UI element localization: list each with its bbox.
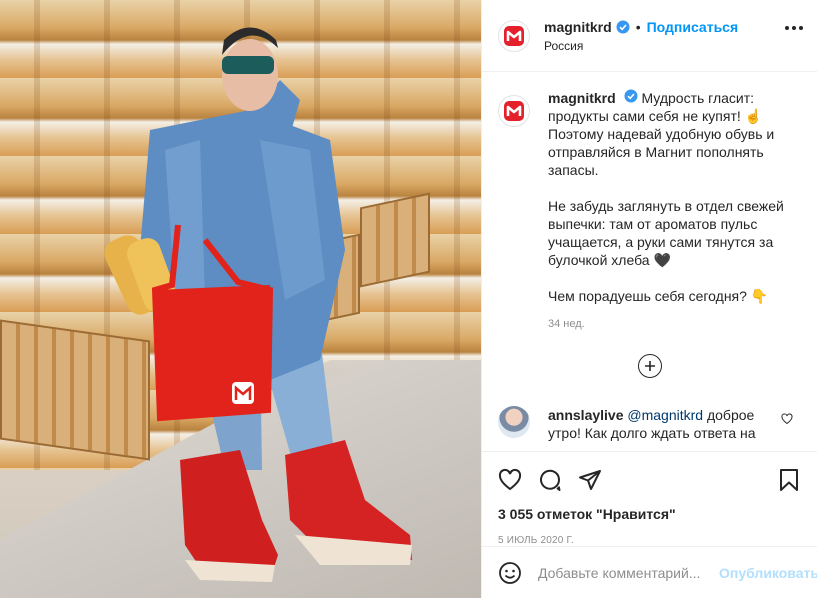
more-options-icon[interactable] — [785, 26, 803, 30]
comment-like-heart-icon[interactable] — [781, 412, 793, 430]
post-side-panel: magnitkrd • Подписаться Россия magnitkrd — [481, 0, 817, 598]
plus-circle-icon[interactable] — [637, 354, 662, 378]
comment-mention[interactable]: @magnitkrd — [627, 407, 703, 423]
follow-button[interactable]: Подписаться — [647, 19, 739, 35]
header-text: magnitkrd • Подписаться Россия — [544, 19, 738, 53]
model-figure — [104, 27, 412, 582]
caption-paragraph: Не забудь заглянуть в отдел свежей выпеч… — [548, 198, 784, 268]
magnit-logo-icon[interactable] — [498, 95, 530, 127]
caption-timestamp[interactable]: 34 нед. — [548, 315, 801, 333]
share-icon[interactable] — [578, 468, 602, 492]
caption-paragraph: Чем порадуешь себя сегодня? 👇 — [548, 288, 769, 304]
post-date[interactable]: 5 ИЮЛЬ 2020 Г. — [498, 535, 801, 546]
caption-body: magnitkrd Мудрость гласит: продукты сами… — [548, 89, 801, 333]
comment-icon[interactable] — [538, 468, 562, 492]
add-comment-input[interactable] — [538, 564, 719, 581]
comment-item: annslaylive @magnitkrd доброе утро! Как … — [498, 406, 801, 442]
verified-badge-icon — [624, 89, 638, 103]
comment-username[interactable]: annslaylive — [548, 407, 624, 423]
add-comment-bar: Опубликовать — [482, 546, 817, 598]
separator-dot: • — [635, 18, 641, 35]
post-header: magnitkrd • Подписаться Россия — [482, 0, 817, 72]
comments-area[interactable]: magnitkrd Мудрость гласит: продукты сами… — [482, 73, 817, 451]
caption-username[interactable]: magnitkrd — [548, 90, 616, 106]
likes-count[interactable]: 3 055 отметок "Нравится" — [498, 506, 801, 522]
bookmark-icon[interactable] — [777, 468, 801, 492]
emoji-icon[interactable] — [498, 561, 522, 585]
caption-paragraph: magnitkrd Мудрость гласит: продукты сами… — [548, 89, 801, 179]
publish-button[interactable]: Опубликовать — [719, 565, 817, 581]
action-icons — [498, 460, 801, 500]
post-actions: 3 055 отметок "Нравится" 5 ИЮЛЬ 2020 Г. — [482, 451, 817, 546]
post-photo[interactable] — [0, 0, 481, 598]
magnit-logo-icon[interactable] — [498, 19, 530, 52]
verified-badge-icon — [616, 20, 630, 34]
comment-body: annslaylive @magnitkrd доброе утро! Как … — [548, 406, 788, 442]
header-row: magnitkrd • Подписаться — [544, 19, 738, 35]
header-username[interactable]: magnitkrd — [544, 19, 612, 35]
location-link[interactable]: Россия — [544, 39, 738, 53]
load-more-comments[interactable] — [498, 354, 801, 378]
heart-icon[interactable] — [498, 468, 522, 492]
avatar[interactable] — [498, 406, 530, 438]
post-caption: magnitkrd Мудрость гласит: продукты сами… — [498, 89, 801, 333]
